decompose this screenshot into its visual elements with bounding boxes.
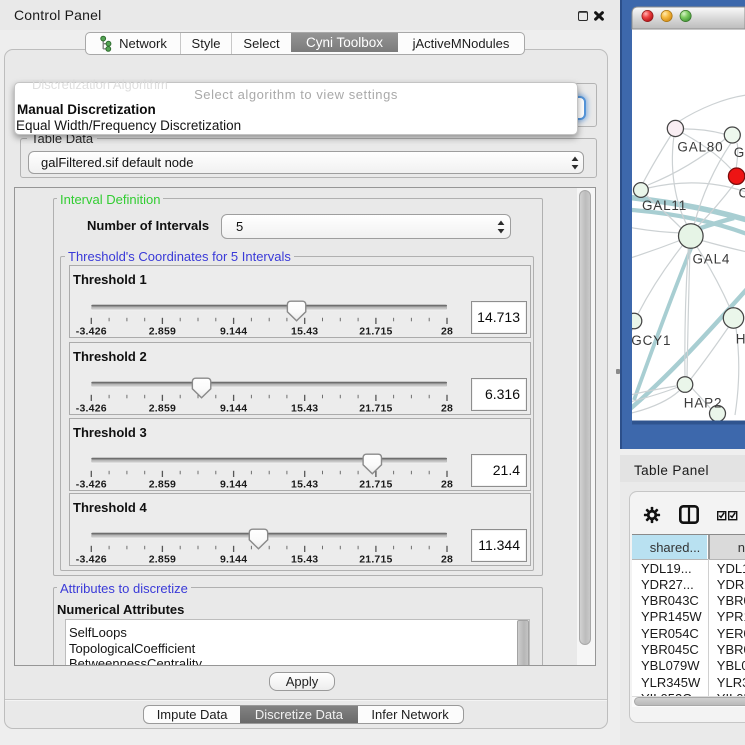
svg-text:-3.426: -3.426: [76, 478, 107, 490]
svg-text:9.144: 9.144: [220, 553, 247, 565]
svg-text:-3.426: -3.426: [76, 325, 107, 337]
svg-text:21.715: 21.715: [359, 478, 392, 490]
svg-text:Threshold 3: Threshold 3: [73, 425, 147, 440]
svg-text:21.715: 21.715: [359, 553, 392, 565]
svg-text:-3.426: -3.426: [76, 553, 107, 565]
svg-text:GAL80: GAL80: [677, 139, 723, 154]
svg-text:15.43: 15.43: [291, 553, 318, 565]
svg-text:CA: CA: [739, 186, 745, 201]
svg-text:15.43: 15.43: [291, 402, 318, 414]
svg-text:15.43: 15.43: [291, 325, 318, 337]
svg-text:GA: GA: [734, 145, 745, 160]
svg-text:2.859: 2.859: [149, 325, 176, 337]
svg-text:21.715: 21.715: [359, 325, 392, 337]
svg-text:GAL4: GAL4: [693, 251, 731, 266]
svg-text:Threshold 1: Threshold 1: [73, 272, 147, 287]
svg-text:-3.426: -3.426: [76, 402, 107, 414]
svg-text:H: H: [736, 332, 745, 347]
svg-text:GCY1: GCY1: [631, 333, 671, 348]
svg-text:2.859: 2.859: [149, 478, 176, 490]
svg-text:9.144: 9.144: [220, 478, 247, 490]
svg-text:GAL11: GAL11: [642, 198, 687, 213]
svg-text:28: 28: [441, 402, 453, 414]
svg-text:15.43: 15.43: [291, 478, 318, 490]
svg-text:Threshold 2: Threshold 2: [73, 349, 147, 364]
svg-text:21.715: 21.715: [359, 402, 392, 414]
svg-text:9.144: 9.144: [220, 402, 247, 414]
svg-text:9.144: 9.144: [220, 325, 247, 337]
svg-text:28: 28: [441, 325, 453, 337]
svg-text:Threshold 4: Threshold 4: [73, 500, 147, 515]
svg-text:HAP2: HAP2: [684, 396, 722, 411]
svg-text:2.859: 2.859: [149, 553, 176, 565]
svg-text:28: 28: [441, 553, 453, 565]
svg-text:28: 28: [441, 478, 453, 490]
svg-text:2.859: 2.859: [149, 402, 176, 414]
